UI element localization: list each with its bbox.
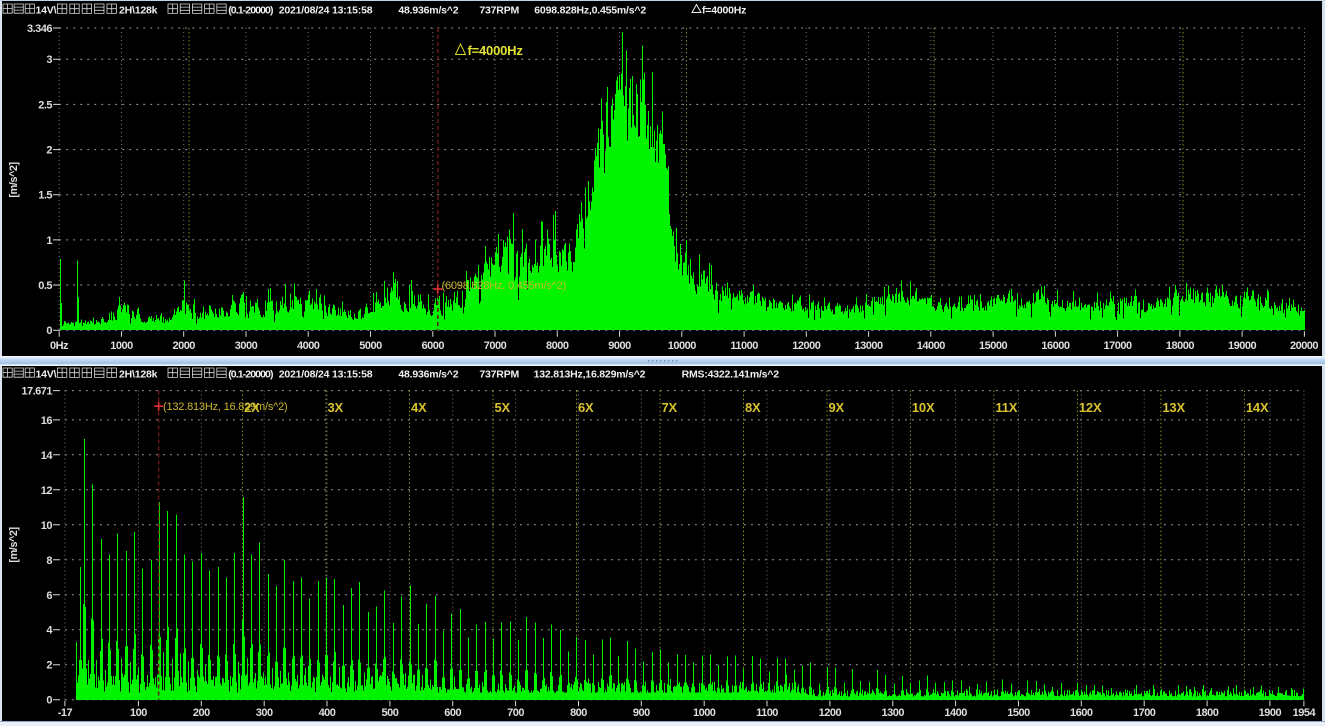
svg-text:RMS:4322.141m/s^2: RMS:4322.141m/s^2 (682, 369, 780, 381)
svg-text:13X: 13X (1162, 400, 1185, 415)
svg-text:15000: 15000 (979, 340, 1007, 352)
svg-text:9X: 9X (829, 400, 845, 415)
svg-text:1600: 1600 (1070, 707, 1093, 719)
svg-text:10: 10 (41, 520, 53, 532)
svg-text:-17: -17 (58, 707, 73, 719)
svg-text:8: 8 (46, 555, 52, 567)
svg-text:5X: 5X (495, 400, 511, 415)
svg-text:12X: 12X (1079, 400, 1102, 415)
svg-text:1: 1 (46, 235, 52, 247)
svg-text:20000: 20000 (1290, 340, 1318, 352)
svg-text:4000: 4000 (297, 340, 320, 352)
svg-text:1700: 1700 (1133, 707, 1156, 719)
svg-text:11X: 11X (995, 400, 1017, 415)
svg-text:(6098.828Hz, 0.455m/s^2): (6098.828Hz, 0.455m/s^2) (442, 280, 567, 292)
svg-text:18000: 18000 (1166, 340, 1194, 352)
svg-text:12000: 12000 (792, 340, 820, 352)
svg-text:48.936m/s^2: 48.936m/s^2 (398, 5, 458, 17)
svg-text:3000: 3000 (235, 340, 258, 352)
svg-text:(132.813Hz, 16.829m/s^2): (132.813Hz, 16.829m/s^2) (163, 401, 288, 413)
svg-text:1400: 1400 (944, 707, 967, 719)
svg-text:2H\128k: 2H\128k (119, 5, 158, 17)
svg-text:f=4000Hz: f=4000Hz (702, 5, 746, 17)
svg-text:1300: 1300 (882, 707, 905, 719)
svg-text:1000: 1000 (693, 707, 716, 719)
svg-text:1800: 1800 (1196, 707, 1219, 719)
svg-text:9000: 9000 (608, 340, 631, 352)
svg-text:2021/08/24 13:15:58: 2021/08/24 13:15:58 (279, 369, 373, 381)
svg-text:2H\128k: 2H\128k (119, 369, 158, 381)
svg-text:14V\: 14V\ (36, 369, 57, 381)
svg-text:14X: 14X (1246, 400, 1269, 415)
svg-text:200: 200 (193, 707, 210, 719)
svg-text:5000: 5000 (359, 340, 382, 352)
svg-text:737RPM: 737RPM (479, 369, 519, 381)
svg-text:13000: 13000 (855, 340, 883, 352)
svg-text:132.813Hz,16.829m/s^2: 132.813Hz,16.829m/s^2 (534, 369, 646, 381)
svg-text:14: 14 (41, 450, 54, 462)
svg-text:14V\: 14V\ (36, 5, 57, 17)
svg-text:700: 700 (507, 707, 524, 719)
svg-text:17.671: 17.671 (21, 386, 52, 398)
svg-text:4X: 4X (411, 400, 427, 415)
svg-text:1200: 1200 (819, 707, 842, 719)
svg-text:16000: 16000 (1041, 340, 1069, 352)
svg-text:17000: 17000 (1104, 340, 1132, 352)
svg-text:2.5: 2.5 (38, 99, 52, 111)
svg-text:16: 16 (41, 415, 53, 427)
svg-text:2021/08/24 13:15:58: 2021/08/24 13:15:58 (279, 5, 373, 17)
svg-text:500: 500 (381, 707, 398, 719)
svg-text:0Hz: 0Hz (50, 340, 69, 352)
svg-text:6000: 6000 (422, 340, 445, 352)
svg-text:3X: 3X (328, 400, 344, 415)
svg-text:0: 0 (46, 325, 52, 337)
svg-text:[m/s^2]: [m/s^2] (8, 162, 20, 198)
svg-text:0.5: 0.5 (38, 280, 52, 292)
svg-text:1100: 1100 (756, 707, 778, 719)
svg-text:10X: 10X (912, 400, 935, 415)
svg-text:600: 600 (444, 707, 461, 719)
svg-text:800: 800 (570, 707, 587, 719)
svg-text:400: 400 (319, 707, 336, 719)
svg-text:300: 300 (256, 707, 273, 719)
svg-text:1954: 1954 (1293, 707, 1317, 719)
svg-text:14000: 14000 (917, 340, 945, 352)
svg-text:1000: 1000 (110, 340, 133, 352)
svg-text:0: 0 (46, 695, 52, 707)
svg-text:8X: 8X (745, 400, 761, 415)
svg-text:900: 900 (633, 707, 650, 719)
svg-text:3.346: 3.346 (27, 23, 52, 35)
svg-text:2: 2 (46, 660, 52, 672)
svg-text:[m/s^2]: [m/s^2] (8, 527, 20, 563)
svg-text:(0.1-20000): (0.1-20000) (228, 5, 273, 17)
svg-text:10000: 10000 (668, 340, 696, 352)
svg-text:48.936m/s^2: 48.936m/s^2 (398, 369, 458, 381)
svg-text:19000: 19000 (1228, 340, 1256, 352)
svg-text:8000: 8000 (546, 340, 569, 352)
svg-text:737RPM: 737RPM (479, 5, 519, 17)
svg-text:2000: 2000 (172, 340, 195, 352)
svg-text:f=4000Hz: f=4000Hz (468, 43, 524, 58)
svg-text:1900: 1900 (1259, 707, 1282, 719)
svg-text:2: 2 (46, 145, 52, 157)
svg-text:100: 100 (130, 707, 147, 719)
svg-text:6: 6 (46, 590, 52, 602)
svg-text:7000: 7000 (484, 340, 507, 352)
svg-text:6098.828Hz,0.455m/s^2: 6098.828Hz,0.455m/s^2 (534, 5, 646, 17)
svg-text:1500: 1500 (1007, 707, 1030, 719)
svg-text:1.5: 1.5 (38, 190, 52, 202)
svg-text:7X: 7X (662, 400, 678, 415)
svg-text:(0.1-20000): (0.1-20000) (228, 369, 273, 381)
svg-text:3: 3 (46, 54, 52, 66)
svg-text:6X: 6X (578, 400, 594, 415)
svg-text:12: 12 (41, 485, 53, 497)
svg-text:11000: 11000 (730, 340, 758, 352)
